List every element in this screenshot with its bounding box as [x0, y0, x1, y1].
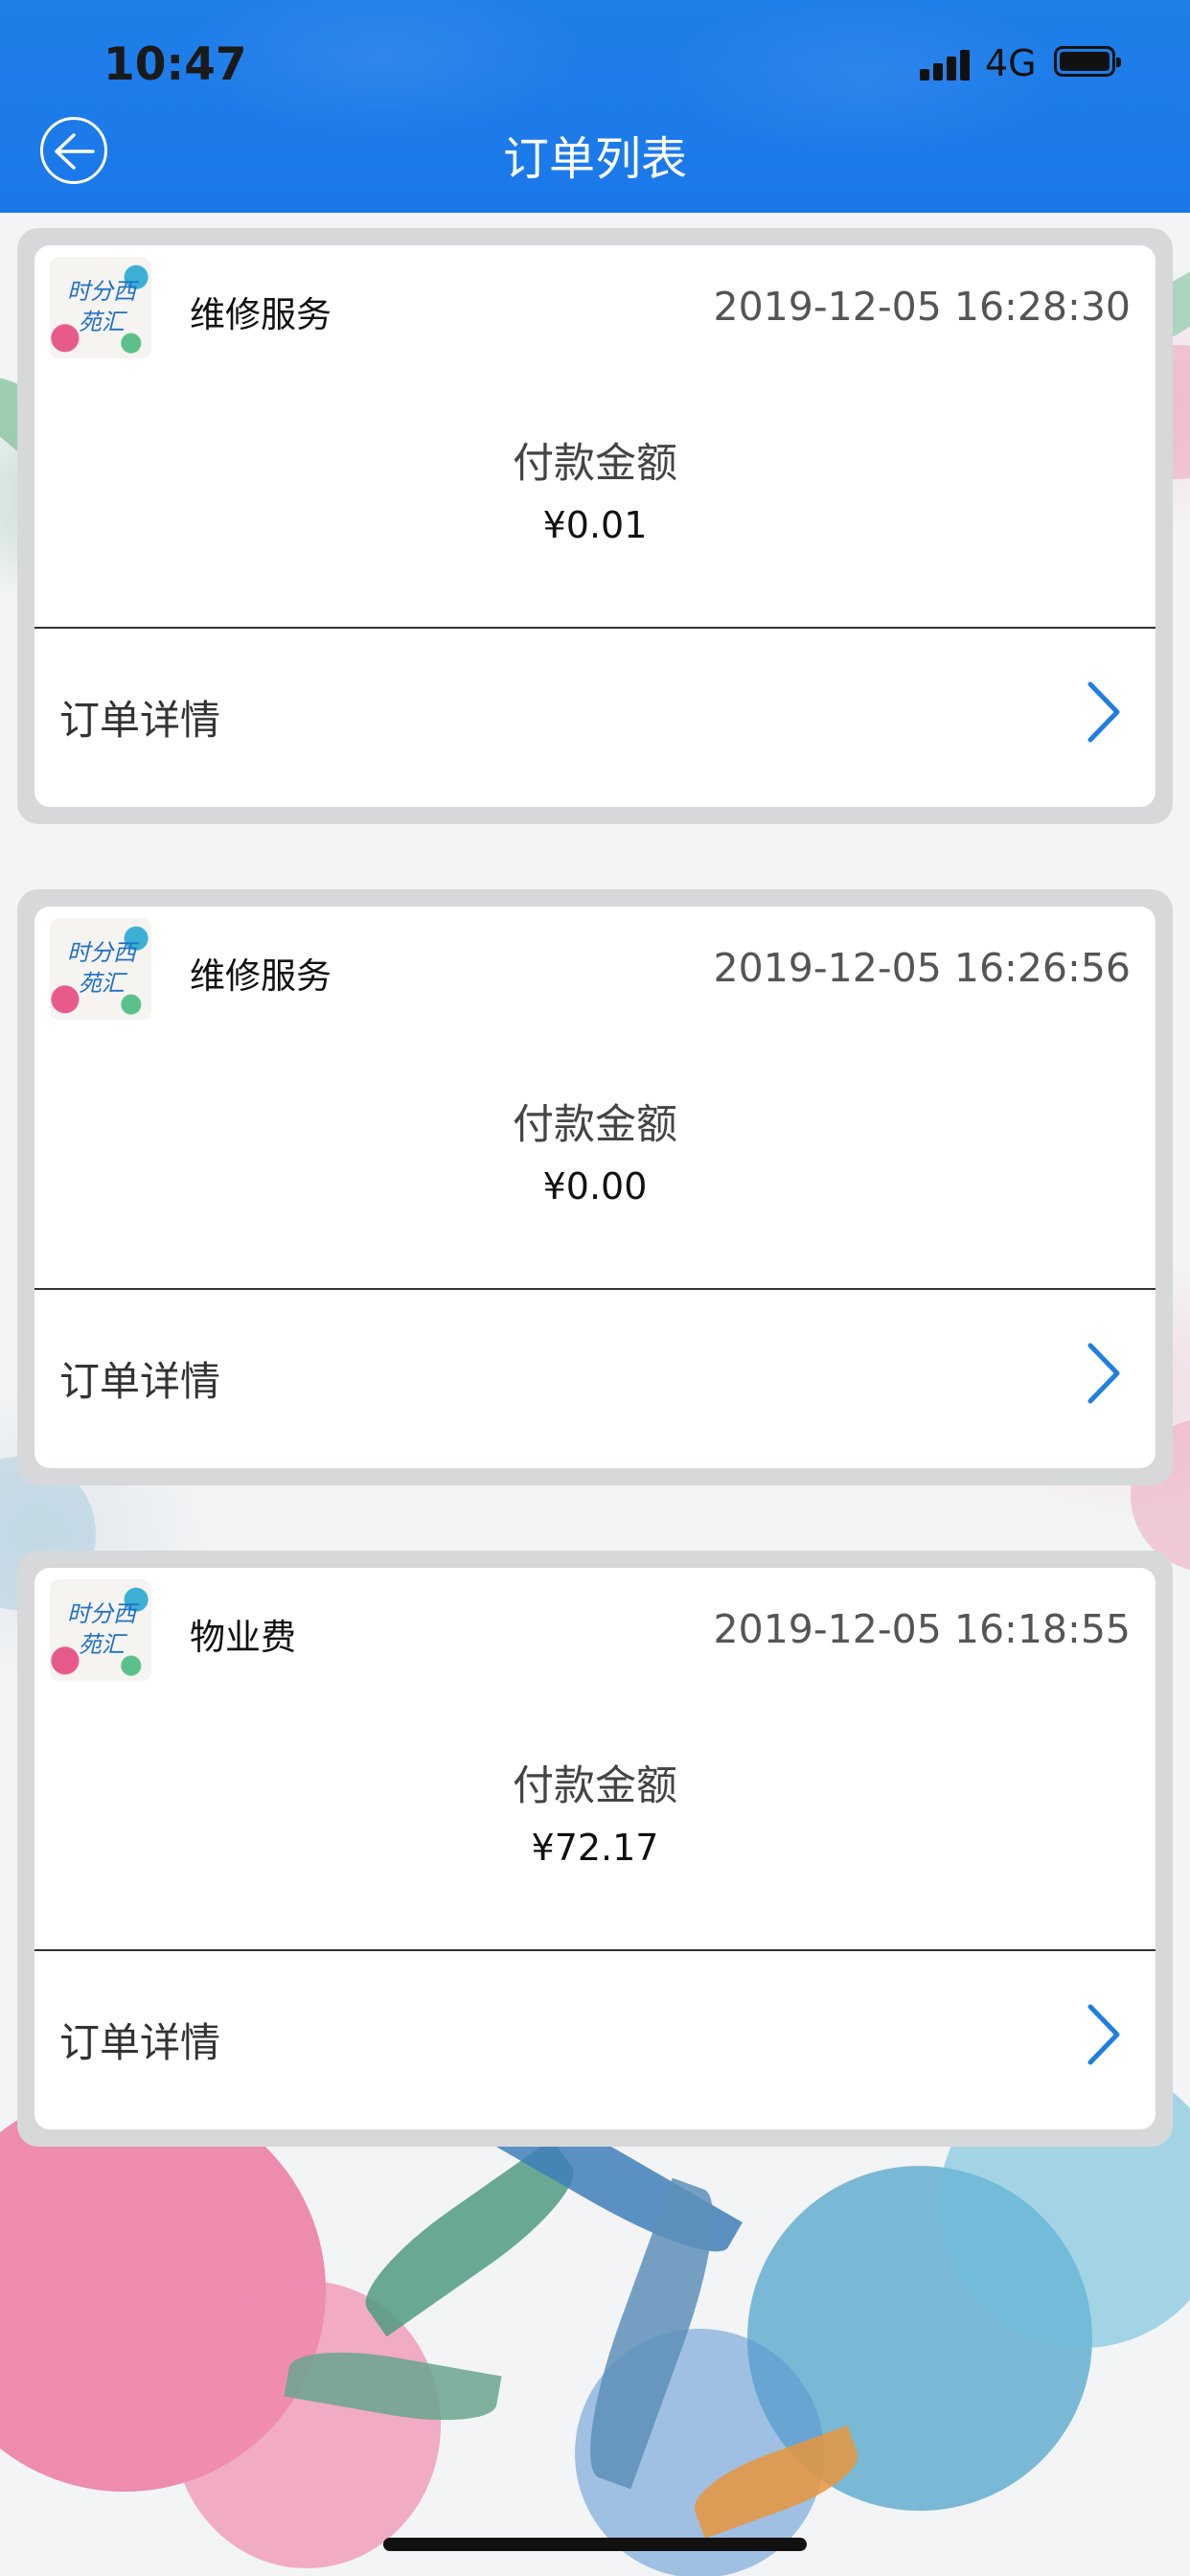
chevron-right-icon: [1087, 681, 1120, 743]
network-type: 4G: [985, 42, 1037, 84]
order-card: 时分西苑汇 维修服务 2019-12-05 16:28:30 付款金额 ¥0.0…: [17, 228, 1173, 824]
battery-icon: [1054, 46, 1121, 77]
status-bar: 10:47 4G: [0, 0, 1190, 110]
order-card: 时分西苑汇 物业费 2019-12-05 16:18:55 付款金额 ¥72.1…: [17, 1551, 1173, 2147]
service-name: 维修服务: [190, 955, 332, 997]
order-card-body: 时分西苑汇 维修服务 2019-12-05 16:28:30 付款金额 ¥0.0…: [34, 245, 1156, 807]
payment-amount: ¥0.01: [542, 504, 648, 546]
order-detail-label: 订单详情: [59, 2019, 221, 2066]
signal-strength-icon: [920, 48, 977, 80]
order-detail-row[interactable]: 订单详情: [34, 1290, 1156, 1468]
payment-amount-label: 付款金额: [513, 1762, 677, 1810]
service-name: 维修服务: [190, 294, 332, 335]
logo-text: 时分西苑汇: [67, 1600, 136, 1658]
page-title: 订单列表: [502, 132, 687, 186]
logo-text: 时分西苑汇: [67, 939, 136, 997]
order-card: 时分西苑汇 维修服务 2019-12-05 16:26:56 付款金额 ¥0.0…: [17, 889, 1173, 1485]
chevron-right-icon: [1087, 1343, 1120, 1404]
order-detail-label: 订单详情: [59, 1358, 221, 1405]
order-card-body: 时分西苑汇 物业费 2019-12-05 16:18:55 付款金额 ¥72.1…: [34, 1568, 1156, 2129]
payment-amount-label: 付款金额: [513, 1101, 677, 1149]
order-card-body: 时分西苑汇 维修服务 2019-12-05 16:26:56 付款金额 ¥0.0…: [34, 907, 1156, 1468]
chevron-right-icon: [1087, 2004, 1120, 2065]
service-name: 物业费: [190, 1617, 296, 1658]
payment-amount-label: 付款金额: [513, 440, 677, 488]
order-detail-label: 订单详情: [59, 697, 221, 744]
order-detail-row[interactable]: 订单详情: [34, 1951, 1156, 2129]
home-indicator[interactable]: [383, 2538, 807, 2551]
payment-amount: ¥72.17: [531, 1827, 659, 1869]
app-logo: 时分西苑汇: [50, 1579, 151, 1681]
order-datetime: 2019-12-05 16:28:30: [713, 284, 1131, 330]
order-datetime: 2019-12-05 16:18:55: [713, 1606, 1131, 1652]
payment-amount: ¥0.00: [542, 1165, 648, 1208]
logo-text: 时分西苑汇: [67, 278, 136, 335]
app-logo: 时分西苑汇: [50, 257, 151, 358]
status-time: 10:47: [103, 38, 247, 91]
app-logo: 时分西苑汇: [50, 918, 151, 1020]
order-detail-row[interactable]: 订单详情: [34, 629, 1156, 807]
order-datetime: 2019-12-05 16:26:56: [713, 945, 1131, 991]
